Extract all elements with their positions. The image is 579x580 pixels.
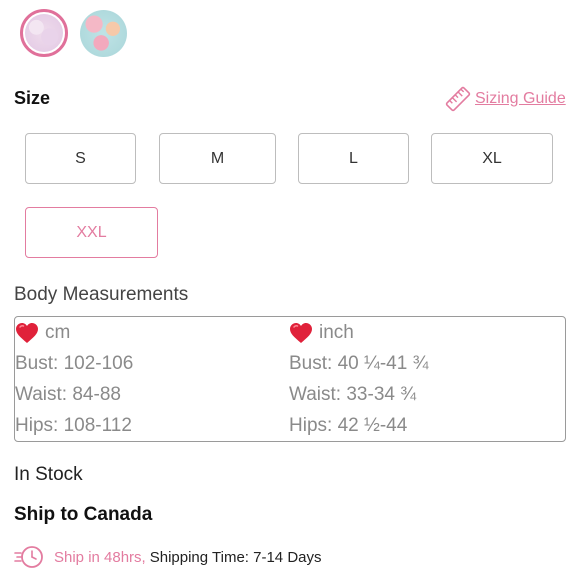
shipping-info: Ship in 48hrs, Shipping Time: 7-14 Days [14, 544, 322, 570]
bust-cm: Bust: 102-106 [15, 352, 134, 374]
swatch-pastel-lilac[interactable] [20, 9, 68, 57]
unit-label-cm: cm [45, 321, 71, 343]
sizing-guide-link[interactable]: Sizing Guide [445, 86, 566, 112]
measurements-inch-column: inch Bust: 40 ¼-41 ¾ Waist: 33-34 ¾ Hips… [289, 317, 428, 441]
clock-icon [14, 546, 43, 568]
heart-icon [16, 322, 38, 343]
bust-inch: Bust: 40 ¼-41 ¾ [289, 352, 429, 374]
swatch-floral-mint[interactable] [80, 10, 127, 57]
waist-inch: Waist: 33-34 ¾ [289, 383, 417, 405]
stock-status: In Stock [14, 464, 83, 485]
measurements-table: cm Bust: 102-106 Waist: 84-88 Hips: 108-… [14, 316, 566, 442]
swatch-pastel-lilac-image [25, 14, 63, 52]
heart-icon [290, 322, 312, 343]
unit-row-inch: inch [289, 317, 428, 348]
sizing-guide-label: Sizing Guide [475, 90, 566, 107]
size-option-xl[interactable]: XL [431, 133, 553, 184]
measurements-cm-column: cm Bust: 102-106 Waist: 84-88 Hips: 108-… [15, 317, 133, 441]
size-title: Size [14, 88, 51, 108]
hips-cm: Hips: 108-112 [15, 414, 132, 436]
ruler-icon [445, 86, 471, 112]
size-option-xxl[interactable]: XXL [25, 207, 158, 258]
ship-fast-label: Ship in 48hrs, [54, 548, 146, 566]
shipping-time-label: Shipping Time: 7-14 Days [149, 548, 322, 566]
ship-to-country: Ship to Canada [14, 504, 153, 525]
hips-inch: Hips: 42 ½-44 [289, 414, 408, 436]
body-measurements-title: Body Measurements [14, 284, 189, 305]
size-option-l[interactable]: L [298, 133, 409, 184]
size-option-s[interactable]: S [25, 133, 136, 184]
waist-cm: Waist: 84-88 [15, 383, 121, 405]
unit-label-inch: inch [319, 321, 354, 343]
unit-row-cm: cm [15, 317, 133, 348]
size-option-m[interactable]: M [159, 133, 276, 184]
